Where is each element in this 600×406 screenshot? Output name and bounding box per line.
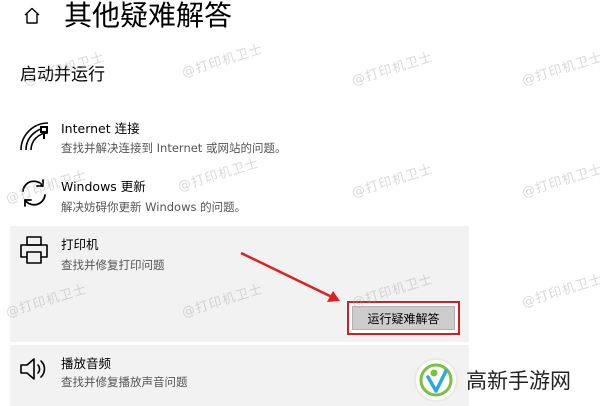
watermark: @打印机卫士 (180, 41, 265, 81)
home-icon (24, 7, 40, 24)
item-description: 解决妨碍你更新 Windows 的问题。 (61, 200, 247, 214)
brand-logo-icon (419, 363, 453, 397)
item-name: Internet 连接 (61, 121, 140, 136)
item-description: 查找并解决连接到 Internet 或网站的问题。 (61, 141, 287, 155)
run-troubleshooter-button[interactable]: 运行疑难解答 (352, 306, 455, 330)
watermark: @打印机卫士 (350, 49, 435, 89)
printer-icon (20, 236, 48, 264)
speaker-icon (20, 358, 46, 380)
page-title: 其他疑难解答 (64, 0, 233, 32)
troubleshooter-audio[interactable]: 播放音频 查找并修复播放声音问题 (10, 345, 469, 406)
watermark: @打印机卫士 (520, 161, 600, 201)
highlight-box: 运行疑难解答 (347, 301, 460, 335)
refresh-icon (22, 179, 46, 207)
item-description: 查找并修复播放声音问题 (61, 375, 188, 389)
troubleshooter-printer[interactable]: 打印机 查找并修复打印问题 运行疑难解答 (10, 226, 469, 342)
item-name: 打印机 (61, 237, 99, 252)
wifi-signal-icon (20, 122, 49, 151)
watermark: @打印机卫士 (520, 271, 600, 311)
item-description: 查找并修复打印问题 (61, 258, 165, 272)
watermark: @打印机卫士 (520, 49, 600, 89)
section-title: 启动并运行 (20, 65, 105, 85)
item-name: 播放音频 (61, 356, 112, 371)
item-name: Windows 更新 (61, 179, 146, 194)
site-brand: 高新手游网 (414, 356, 571, 404)
troubleshooter-windows-update[interactable]: Windows 更新 解决妨碍你更新 Windows 的问题。 (10, 173, 469, 221)
brand-name: 高新手游网 (466, 369, 571, 393)
troubleshooter-internet[interactable]: Internet 连接 查找并解决连接到 Internet 或网站的问题。 (10, 118, 469, 166)
home-button[interactable] (20, 4, 44, 28)
brand-logo (414, 358, 458, 402)
